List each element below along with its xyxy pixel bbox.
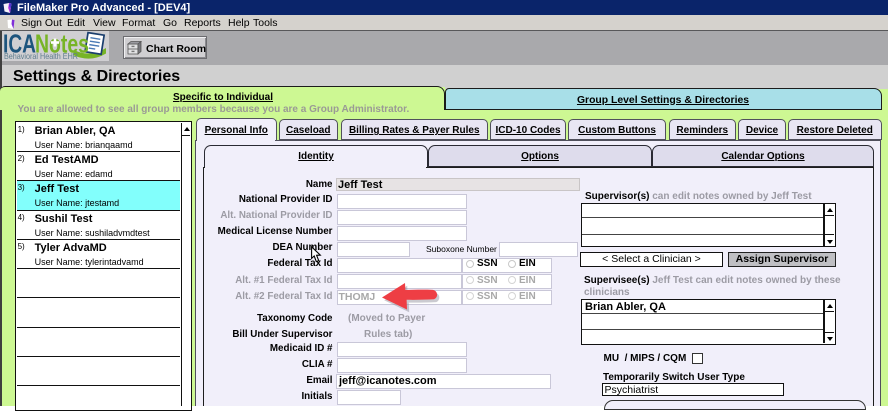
svg-text:Behavioral Health EHR: Behavioral Health EHR — [4, 51, 78, 61]
